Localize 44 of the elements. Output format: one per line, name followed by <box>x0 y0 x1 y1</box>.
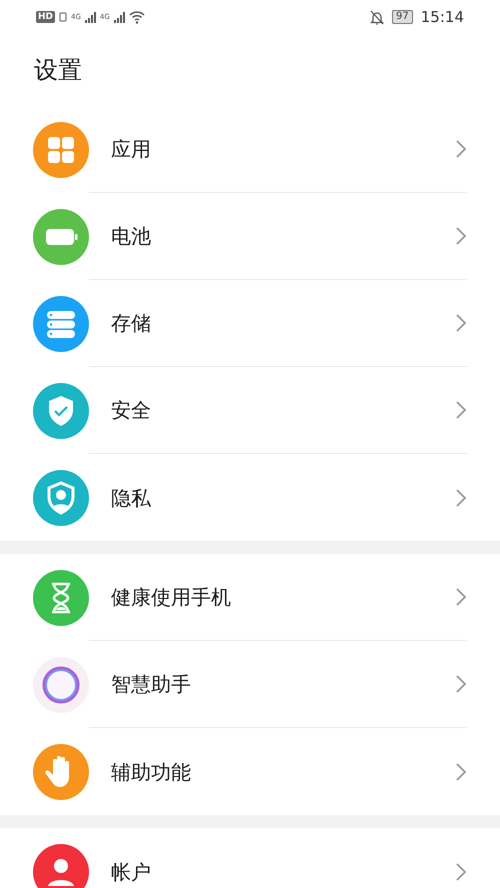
hourglass-icon <box>33 570 89 626</box>
item-label: 隐私 <box>111 484 152 512</box>
chevron-icon <box>455 488 467 508</box>
item-label: 应用 <box>111 136 152 163</box>
item-label: 帐户 <box>111 858 152 886</box>
signal-icon <box>84 11 96 23</box>
sim-icon <box>59 11 68 23</box>
chevron-icon <box>455 400 467 420</box>
hand-icon <box>33 744 89 800</box>
settings-item[interactable]: 存储 <box>0 280 500 367</box>
chevron-icon <box>455 587 467 607</box>
battery-icon <box>33 208 89 264</box>
settings-item[interactable]: 隐私 <box>0 454 500 541</box>
item-label: 健康使用手机 <box>111 584 232 611</box>
settings-item[interactable]: 智慧助手 <box>0 641 500 728</box>
settings-item[interactable]: 安全 <box>0 367 500 454</box>
chevron-icon <box>455 862 467 882</box>
shield-person-icon <box>33 470 89 526</box>
chevron-icon <box>455 313 467 333</box>
item-label: 辅助功能 <box>111 758 192 786</box>
notifications-off-icon <box>370 10 384 24</box>
item-label: 存储 <box>111 310 152 337</box>
chevron-icon <box>455 762 467 782</box>
item-label: 智慧助手 <box>111 671 192 698</box>
shield-check-icon <box>33 382 89 438</box>
battery-level: 97 <box>392 10 413 24</box>
chevron-icon <box>455 674 467 694</box>
settings-item[interactable]: 健康使用手机 <box>0 554 500 641</box>
settings-item[interactable]: 电池 <box>0 193 500 280</box>
hd-indicator: HD <box>36 11 56 23</box>
chevron-icon <box>455 139 467 159</box>
storage-icon <box>33 296 89 352</box>
page-title: 设置 <box>33 55 83 86</box>
settings-item[interactable]: 应用 <box>0 106 500 193</box>
apps-grid-icon <box>33 122 89 178</box>
item-label: 安全 <box>111 397 152 424</box>
signal-icon <box>114 11 125 23</box>
item-label: 电池 <box>111 223 152 250</box>
chevron-icon <box>455 226 467 246</box>
wifi-icon <box>128 10 145 24</box>
settings-item[interactable]: 帐户 <box>0 828 500 888</box>
clock: 15:14 <box>420 6 464 28</box>
ring-icon <box>33 656 89 712</box>
settings-item[interactable]: 辅助功能 <box>0 728 500 815</box>
